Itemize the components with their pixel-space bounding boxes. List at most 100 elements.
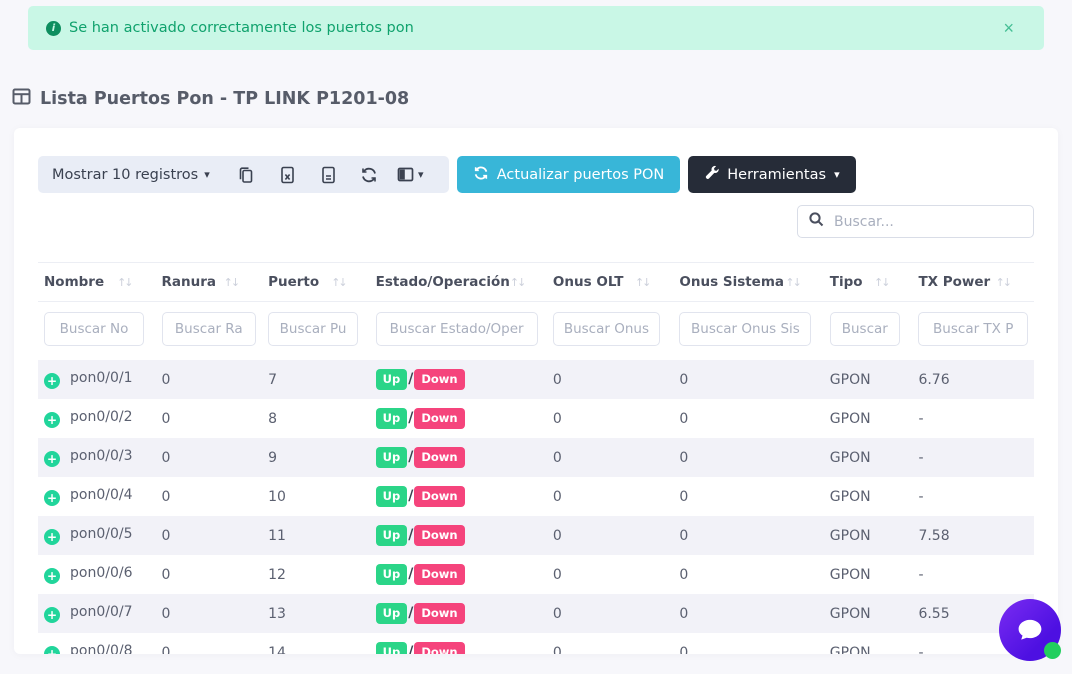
reload-icon[interactable]: [349, 157, 390, 193]
column-visibility-icon[interactable]: ▾: [390, 157, 431, 193]
column-filter-input[interactable]: [376, 312, 538, 346]
status-up-badge: Up: [376, 408, 408, 429]
badge-separator: /: [408, 449, 413, 465]
sort-icon[interactable]: ↑↓: [224, 276, 238, 289]
column-header-inner: Estado/Operación↑↓: [376, 274, 541, 290]
name-cell: +pon0/0/7: [38, 594, 156, 633]
sort-icon[interactable]: ↑↓: [996, 276, 1010, 289]
column-header[interactable]: Onus Sistema↑↓: [673, 263, 823, 302]
table-grid-icon: [12, 88, 31, 110]
badge-separator: /: [408, 527, 413, 543]
alert-close-icon[interactable]: ×: [1003, 19, 1026, 37]
status-down-badge: Down: [414, 408, 464, 429]
expand-row-icon[interactable]: +: [44, 607, 60, 623]
sort-icon[interactable]: ↑↓: [785, 276, 799, 289]
status-down-badge: Down: [414, 486, 464, 507]
copy-icon[interactable]: [226, 157, 267, 193]
column-header[interactable]: Tipo ↑↓: [824, 263, 913, 302]
sort-icon[interactable]: ↑↓: [331, 276, 345, 289]
excel-export-icon[interactable]: [267, 157, 308, 193]
status-down-badge: Down: [414, 603, 464, 624]
search-box: [797, 205, 1034, 238]
filter-cell: [673, 302, 823, 361]
onus-olt-cell: 0: [547, 516, 673, 555]
column-filter-input[interactable]: [918, 312, 1028, 346]
column-header[interactable]: TX Power ↑↓: [912, 263, 1034, 302]
onus-olt-cell: 0: [547, 633, 673, 654]
ranura-cell: 0: [156, 399, 263, 438]
column-label: Puerto: [268, 274, 319, 290]
table-row: +pon0/0/107Up/Down00GPON6.76: [38, 360, 1034, 399]
estado-operacion-cell: Up/Down: [370, 594, 547, 633]
column-label: Tipo: [830, 274, 863, 290]
puerto-cell: 14: [262, 633, 370, 654]
tipo-cell: GPON: [824, 477, 913, 516]
name-cell: + pon0/0/1: [38, 360, 156, 399]
expand-row-icon[interactable]: +: [44, 529, 60, 545]
table-row: +pon0/0/7013Up/Down00GPON6.55: [38, 594, 1034, 633]
page-title-row: Lista Puertos Pon - TP LINK P1201-08: [12, 88, 1072, 110]
tipo-cell: GPON: [824, 594, 913, 633]
onus-olt-cell: 0: [547, 438, 673, 477]
expand-row-icon[interactable]: +: [44, 646, 60, 654]
name-cell: + pon0/0/6: [38, 555, 156, 594]
column-header[interactable]: Estado/Operación↑↓: [370, 263, 547, 302]
onus-olt-cell: 0: [547, 360, 673, 399]
refresh-icon: [473, 165, 489, 185]
expand-row-icon[interactable]: +: [44, 451, 60, 467]
name-cell: +pon0/0/8: [38, 633, 156, 654]
column-filter-input[interactable]: [679, 312, 811, 346]
filter-cell: [262, 302, 370, 361]
sort-icon[interactable]: ↑↓: [117, 276, 131, 289]
column-header[interactable]: Onus OLT↑↓: [547, 263, 673, 302]
column-filter-input[interactable]: [268, 312, 358, 346]
onus-olt-cell: 0: [547, 399, 673, 438]
column-filter-input[interactable]: [830, 312, 900, 346]
column-label: Estado/Operación: [376, 274, 510, 290]
column-header[interactable]: Puerto ↑↓: [262, 263, 370, 302]
sort-icon[interactable]: ↑↓: [874, 276, 888, 289]
page-title: Lista Puertos Pon - TP LINK P1201-08: [40, 89, 409, 109]
expand-row-icon[interactable]: +: [44, 373, 60, 389]
column-header-inner: Ranura↑↓: [162, 274, 257, 290]
ranura-cell: 0: [156, 360, 263, 399]
sort-icon[interactable]: ↑↓: [510, 276, 524, 289]
expand-row-icon[interactable]: +: [44, 412, 60, 428]
status-down-badge: Down: [414, 642, 464, 654]
search-input[interactable]: [834, 214, 1023, 230]
port-name: pon0/0/6: [70, 565, 132, 581]
expand-row-icon[interactable]: +: [44, 568, 60, 584]
chat-widget-button[interactable]: [999, 599, 1061, 661]
tipo-cell: GPON: [824, 633, 913, 654]
name-cell: +pon0/0/4: [38, 477, 156, 516]
chevron-down-icon: ▾: [834, 168, 840, 181]
status-down-badge: Down: [414, 564, 464, 585]
ranura-cell: 0: [156, 477, 263, 516]
refresh-pon-ports-button[interactable]: Actualizar puertos PON: [457, 156, 681, 193]
filter-cell: [824, 302, 913, 361]
column-label: TX Power: [918, 274, 990, 290]
table-toolbar: Mostrar 10 registros▾: [38, 156, 1034, 193]
sort-icon[interactable]: ↑↓: [635, 276, 649, 289]
page-length-dropdown[interactable]: Mostrar 10 registros▾: [52, 167, 226, 183]
tipo-cell: GPON: [824, 399, 913, 438]
onus-sistema-cell: 0: [673, 477, 823, 516]
estado-operacion-cell: Up/Down: [370, 633, 547, 654]
column-filter-input[interactable]: [553, 312, 660, 346]
column-filter-input[interactable]: [162, 312, 257, 346]
expand-row-icon[interactable]: +: [44, 490, 60, 506]
tools-dropdown-button[interactable]: Herramientas ▾: [688, 156, 855, 193]
ranura-cell: 0: [156, 633, 263, 654]
estado-operacion-cell: Up/Down: [370, 399, 547, 438]
port-name: pon0/0/1: [70, 370, 132, 386]
onus-olt-cell: 0: [547, 555, 673, 594]
file-export-icon[interactable]: [308, 157, 349, 193]
column-header-inner: Nombre↑↓: [44, 274, 150, 290]
onus-sistema-cell: 0: [673, 516, 823, 555]
column-filter-input[interactable]: [44, 312, 144, 346]
column-header[interactable]: Ranura↑↓: [156, 263, 263, 302]
ranura-cell: 0: [156, 438, 263, 477]
status-up-badge: Up: [376, 447, 408, 468]
column-header[interactable]: Nombre↑↓: [38, 263, 156, 302]
table-row: +pon0/0/6012Up/Down00GPON-: [38, 555, 1034, 594]
